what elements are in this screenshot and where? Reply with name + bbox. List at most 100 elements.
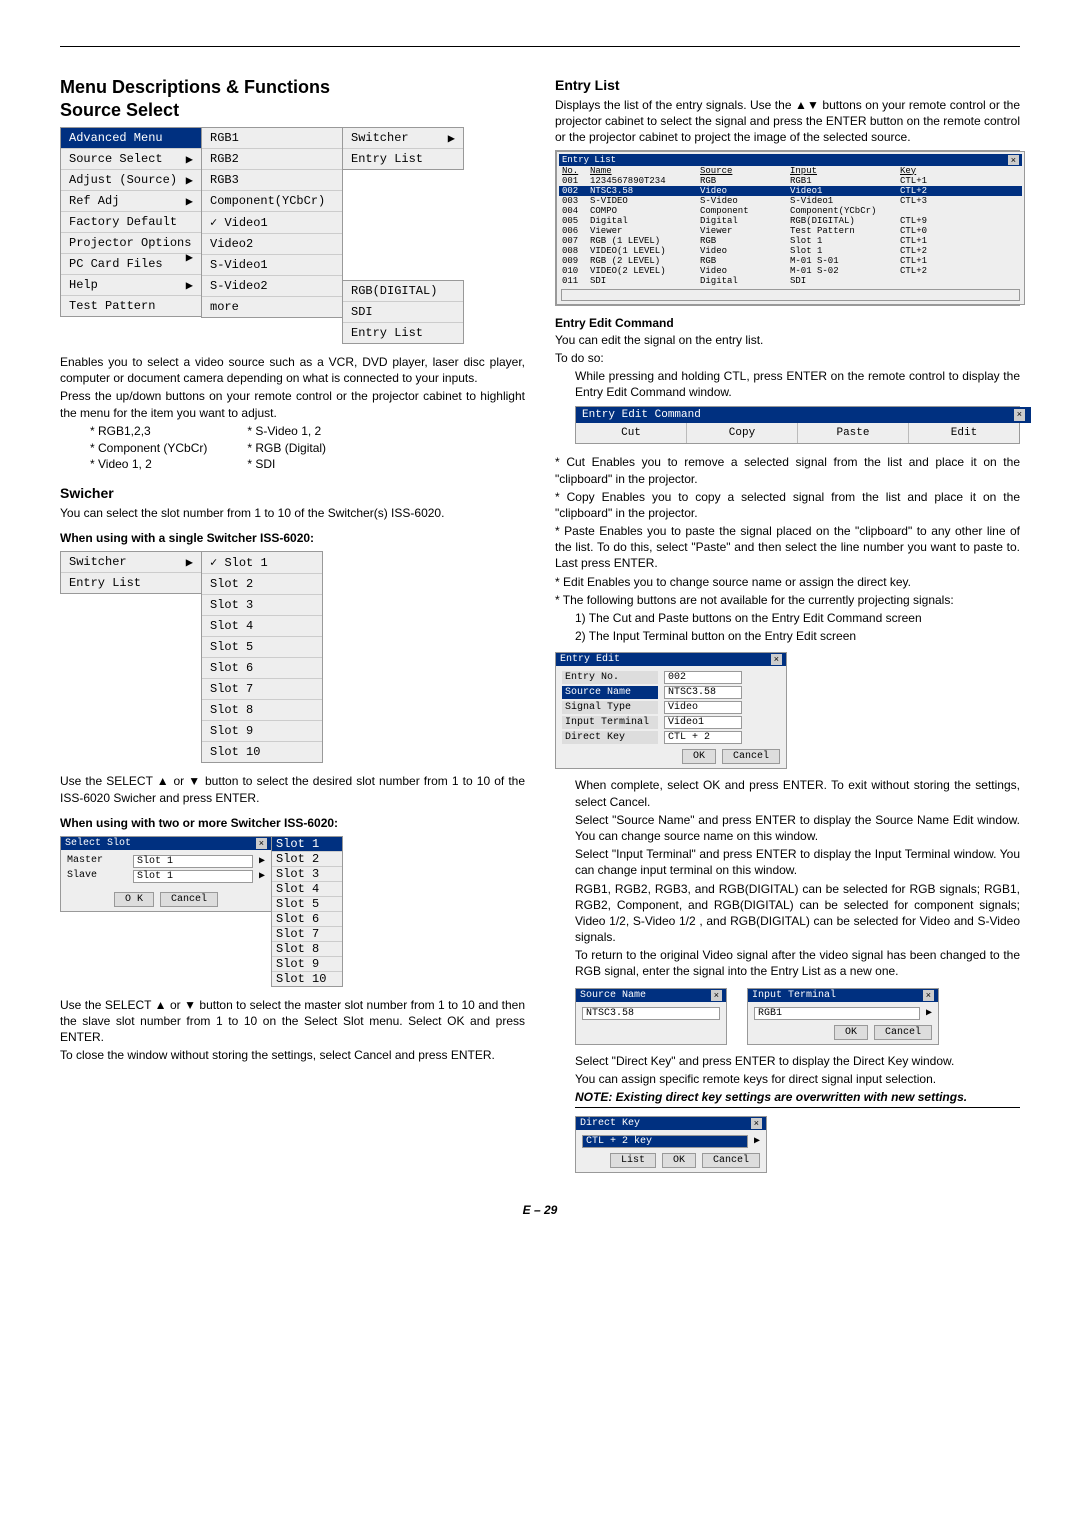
dropdown-item[interactable]: Slot 8: [272, 942, 342, 957]
dropdown-item[interactable]: Slot 10: [272, 972, 342, 986]
close-icon[interactable]: ×: [923, 990, 934, 1001]
source-name-dialog[interactable]: Source Name× NTSC3.58: [575, 988, 727, 1045]
menu-item[interactable]: Test Pattern: [61, 296, 201, 316]
menu-item[interactable]: Slot 1: [202, 552, 322, 574]
cancel-button[interactable]: Cancel: [874, 1025, 932, 1040]
menu-item[interactable]: Slot 5: [202, 637, 322, 658]
entry-list-row[interactable]: 009RGB (2 LEVEL)RGBM-01 S-01CTL+1: [559, 256, 1022, 266]
entry-list-window[interactable]: Entry List × No. Name Source Input Key 0…: [555, 150, 1020, 306]
switcher-left-menu[interactable]: Switcher▶Entry List: [60, 551, 202, 594]
list-button[interactable]: List: [610, 1153, 656, 1168]
entry-list-row[interactable]: 004COMPOComponentComponent(YCbCr): [559, 206, 1022, 216]
switcher-slot-menu[interactable]: Slot 1Slot 2Slot 3Slot 4Slot 5Slot 6Slot…: [201, 551, 323, 763]
close-icon[interactable]: ×: [256, 838, 267, 849]
dropdown-item[interactable]: Slot 4: [272, 882, 342, 897]
dropdown-item[interactable]: Slot 1: [272, 837, 342, 852]
dropdown-item[interactable]: Slot 7: [272, 927, 342, 942]
advanced-menu[interactable]: Advanced Menu Source Select▶Adjust (Sour…: [60, 127, 202, 317]
edit-button[interactable]: Edit: [909, 423, 1019, 443]
source-submenu-2b[interactable]: RGB(DIGITAL)SDIEntry List: [342, 280, 464, 344]
menu-item[interactable]: Slot 10: [202, 742, 322, 762]
menu-item[interactable]: Slot 8: [202, 700, 322, 721]
dropdown-item[interactable]: Slot 2: [272, 852, 342, 867]
entry-list-row[interactable]: 010VIDEO(2 LEVEL)VideoM-01 S-02CTL+2: [559, 266, 1022, 276]
dropdown-item[interactable]: Slot 5: [272, 897, 342, 912]
entry-list-header: No. Name Source Input Key: [559, 166, 1022, 176]
cut-button[interactable]: Cut: [576, 423, 687, 443]
dk-note: NOTE: Existing direct key settings are o…: [575, 1089, 1020, 1105]
copy-button[interactable]: Copy: [687, 423, 798, 443]
entry-list-row[interactable]: 005DigitalDigitalRGB(DIGITAL)CTL+9: [559, 216, 1022, 226]
paste-button[interactable]: Paste: [798, 423, 909, 443]
direct-key-dialog[interactable]: Direct Key× CTL + 2 key▶ List OK Cancel: [575, 1116, 767, 1173]
close-icon[interactable]: ×: [711, 990, 722, 1001]
entry-list-row[interactable]: 003S-VIDEOS-VideoS-Video1CTL+3: [559, 196, 1022, 206]
cancel-button[interactable]: Cancel: [160, 892, 218, 907]
menu-item[interactable]: Adjust (Source)▶: [61, 170, 201, 191]
menu-item[interactable]: Slot 9: [202, 721, 322, 742]
cancel-button[interactable]: Cancel: [722, 749, 780, 764]
menu-item[interactable]: Source Select▶: [61, 149, 201, 170]
ok-button[interactable]: OK: [682, 749, 716, 764]
menu-item[interactable]: RGB(DIGITAL): [343, 281, 463, 302]
menu-item[interactable]: Help▶: [61, 275, 201, 296]
menu-item[interactable]: Slot 4: [202, 616, 322, 637]
menu-item[interactable]: Switcher▶: [61, 552, 201, 573]
ok-button[interactable]: OK: [834, 1025, 868, 1040]
menu-item[interactable]: Video2: [202, 234, 342, 255]
menu-item[interactable]: Slot 3: [202, 595, 322, 616]
entry-list-row[interactable]: 008VIDEO(1 LEVEL)VideoSlot 1CTL+2: [559, 246, 1022, 256]
menu-item[interactable]: Entry List: [343, 323, 463, 343]
entry-list-row[interactable]: 0011234567890T234RGBRGB1CTL+1: [559, 176, 1022, 186]
close-icon[interactable]: ×: [751, 1118, 762, 1129]
menu-item[interactable]: Entry List: [343, 149, 463, 169]
dropdown-icon[interactable]: ▶: [259, 855, 265, 868]
menu-item[interactable]: Slot 6: [202, 658, 322, 679]
sub2: 2) The Input Terminal button on the Entr…: [575, 628, 1020, 644]
menu-item[interactable]: RGB3: [202, 170, 342, 191]
close-icon[interactable]: ×: [771, 654, 782, 665]
entry-edit-field: Signal TypeVideo: [562, 700, 780, 715]
dropdown-item[interactable]: Slot 3: [272, 867, 342, 882]
select-slot-dialog[interactable]: Select Slot× MasterSlot 1▶SlaveSlot 1▶ O…: [60, 836, 272, 912]
menu-item[interactable]: Projector Options▶: [61, 233, 201, 254]
menu-item[interactable]: Entry List: [61, 573, 201, 593]
menu-item[interactable]: Switcher▶: [343, 128, 463, 149]
entry-edit-dialog[interactable]: Entry Edit× Entry No.002Source NameNTSC3…: [555, 652, 787, 769]
select-slot-title: Select Slot: [65, 838, 131, 849]
dropdown-item[interactable]: Slot 6: [272, 912, 342, 927]
menu-item[interactable]: RGB2: [202, 149, 342, 170]
source-submenu-2a[interactable]: Switcher▶Entry List: [342, 127, 464, 170]
ok-button[interactable]: O K: [114, 892, 154, 907]
menu-item[interactable]: SDI: [343, 302, 463, 323]
entry-edit-field: Entry No.002: [562, 670, 780, 685]
source-type-list: * RGB1,2,3* Component (YCbCr)* Video 1, …: [90, 423, 525, 473]
menu-item[interactable]: Slot 2: [202, 574, 322, 595]
entry-list-scrollbar[interactable]: [561, 289, 1020, 301]
menu-item[interactable]: RGB1: [202, 128, 342, 149]
ok-button[interactable]: OK: [662, 1153, 696, 1168]
dropdown-icon[interactable]: ▶: [259, 870, 265, 883]
menu-item[interactable]: PC Card Files: [61, 254, 201, 275]
menu-item[interactable]: more: [202, 297, 342, 317]
close-icon[interactable]: ×: [1014, 409, 1025, 421]
entry-list-row[interactable]: 006ViewerViewerTest PatternCTL+0: [559, 226, 1022, 236]
slot-dropdown[interactable]: Slot 1Slot 2Slot 3Slot 4Slot 5Slot 6Slot…: [271, 836, 343, 987]
menu-item[interactable]: Video1: [202, 212, 342, 234]
dropdown-icon[interactable]: ▶: [754, 1135, 760, 1148]
menu-item[interactable]: S-Video1: [202, 255, 342, 276]
menu-item[interactable]: Slot 7: [202, 679, 322, 700]
menu-item[interactable]: S-Video2: [202, 276, 342, 297]
menu-item[interactable]: Factory Default: [61, 212, 201, 233]
close-icon[interactable]: ×: [1008, 155, 1019, 165]
cancel-button[interactable]: Cancel: [702, 1153, 760, 1168]
dropdown-icon[interactable]: ▶: [926, 1007, 932, 1020]
entry-list-row[interactable]: 007RGB (1 LEVEL)RGBSlot 1CTL+1: [559, 236, 1022, 246]
entry-list-row[interactable]: 011SDIDigitalSDI: [559, 276, 1022, 286]
entry-list-row[interactable]: 002NTSC3.58VideoVideo1CTL+2: [559, 186, 1022, 196]
menu-item[interactable]: Component(YCbCr): [202, 191, 342, 212]
source-submenu-1[interactable]: RGB1RGB2RGB3Component(YCbCr)Video1Video2…: [201, 127, 343, 318]
menu-item[interactable]: Ref Adj▶: [61, 191, 201, 212]
dropdown-item[interactable]: Slot 9: [272, 957, 342, 972]
input-terminal-dialog[interactable]: Input Terminal× RGB1▶ OK Cancel: [747, 988, 939, 1045]
